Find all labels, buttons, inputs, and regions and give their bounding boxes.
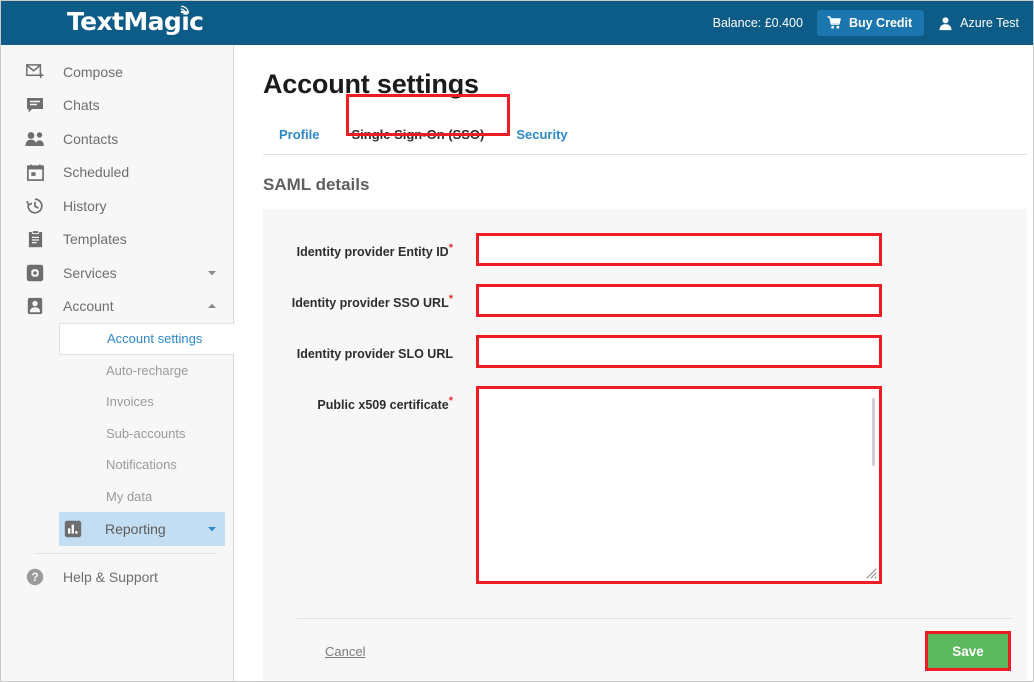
field-wrap-slo-url	[476, 335, 882, 368]
field-wrap-entity-id	[476, 233, 882, 266]
buy-credit-button[interactable]: Buy Credit	[817, 10, 924, 36]
calendar-icon	[25, 162, 45, 182]
sidebar-item-notifications[interactable]: Notifications	[1, 449, 233, 481]
saml-details-panel: Identity provider Entity ID* Identity pr…	[263, 209, 1027, 682]
form-footer: Cancel Save	[263, 620, 1027, 682]
chevron-down-icon[interactable]	[207, 524, 217, 534]
header-right-group: Balance: £0.400 Buy Credit Azure Test	[713, 1, 1023, 45]
label-text: Public x509 certificate	[317, 398, 448, 412]
sidebar-item-chats[interactable]: Chats	[1, 89, 233, 123]
sidebar-item-scheduled[interactable]: Scheduled	[1, 156, 233, 190]
sidebar-item-help-support[interactable]: ? Help & Support	[1, 561, 233, 595]
left-sidebar: Compose Chats Contacts	[1, 45, 234, 682]
sidebar-divider	[35, 553, 215, 554]
sidebar-item-sub-accounts[interactable]: Sub-accounts	[1, 418, 233, 450]
sidebar-item-label: Templates	[63, 231, 127, 247]
form-row-slo-url: Identity provider SLO URL	[263, 335, 1027, 368]
chat-bubble-icon	[25, 95, 45, 115]
field-wrap-x509-certificate	[476, 386, 882, 584]
field-wrap-sso-url	[476, 284, 882, 317]
subnav-label: Auto-recharge	[106, 363, 188, 378]
cancel-link[interactable]: Cancel	[325, 644, 365, 659]
label-x509-certificate: Public x509 certificate*	[263, 386, 453, 412]
tab-security[interactable]: Security	[500, 127, 583, 154]
sidebar-item-label: Services	[63, 265, 117, 281]
required-marker: *	[449, 293, 453, 305]
sidebar-item-contacts[interactable]: Contacts	[1, 122, 233, 156]
sidebar-item-label: Chats	[63, 97, 100, 113]
textmagic-logo[interactable]: TextMagic	[67, 7, 203, 36]
page-title: Account settings	[263, 69, 1033, 100]
label-entity-id: Identity provider Entity ID*	[263, 233, 453, 259]
chevron-up-icon[interactable]	[207, 301, 217, 311]
tab-profile[interactable]: Profile	[263, 127, 335, 154]
required-marker: *	[449, 395, 453, 407]
chevron-down-icon[interactable]	[207, 268, 217, 278]
form-row-sso-url: Identity provider SSO URL*	[263, 284, 1027, 317]
form-row-entity-id: Identity provider Entity ID*	[263, 233, 1027, 266]
subnav-label: My data	[106, 489, 152, 504]
buy-credit-label: Buy Credit	[849, 16, 912, 30]
clipboard-icon	[25, 229, 45, 249]
gear-icon	[25, 263, 45, 283]
subnav-label: Account settings	[107, 331, 202, 346]
tab-bar: Profile Single Sign-On (SSO) Security	[263, 118, 1027, 155]
subnav-label: Sub-accounts	[106, 426, 186, 441]
sidebar-item-label: Account	[63, 298, 114, 314]
sidebar-item-reporting[interactable]: Reporting	[59, 512, 225, 546]
question-circle-icon: ?	[25, 567, 45, 587]
section-title-saml-details: SAML details	[263, 175, 1033, 195]
top-header-bar: TextMagic Balance: £0.400 Buy Credit	[1, 1, 1033, 45]
required-marker: *	[449, 242, 453, 254]
tab-single-sign-on[interactable]: Single Sign-On (SSO)	[335, 127, 500, 154]
sidebar-item-label: Compose	[63, 64, 123, 80]
label-text: Identity provider SSO URL	[292, 296, 449, 310]
application-window: TextMagic Balance: £0.400 Buy Credit	[0, 0, 1034, 682]
balance-label: Balance: £0.400	[713, 16, 803, 30]
sidebar-item-label: Scheduled	[63, 164, 129, 180]
person-icon	[938, 16, 953, 31]
x509-certificate-textarea[interactable]	[476, 386, 882, 584]
sidebar-item-account-settings[interactable]: Account settings	[59, 323, 235, 355]
sidebar-item-templates[interactable]: Templates	[1, 223, 233, 257]
main-content: Account settings Profile Single Sign-On …	[235, 45, 1033, 682]
save-button-wrap: Save	[925, 631, 1011, 671]
label-sso-url: Identity provider SSO URL*	[263, 284, 453, 310]
label-text: Identity provider Entity ID	[297, 245, 449, 259]
signal-wave-icon	[180, 4, 190, 14]
slo-url-input[interactable]	[476, 335, 882, 368]
sidebar-item-services[interactable]: Services	[1, 256, 233, 290]
user-menu[interactable]: Azure Test	[938, 16, 1023, 31]
user-badge-icon	[25, 296, 45, 316]
sidebar-item-compose[interactable]: Compose	[1, 55, 233, 89]
user-name-label: Azure Test	[960, 16, 1019, 30]
save-button[interactable]: Save	[928, 634, 1008, 668]
sidebar-item-account[interactable]: Account	[1, 290, 233, 324]
bar-chart-icon	[63, 519, 83, 539]
entity-id-input[interactable]	[476, 233, 882, 266]
footer-divider	[297, 618, 1013, 619]
sidebar-item-invoices[interactable]: Invoices	[1, 386, 233, 418]
sidebar-item-my-data[interactable]: My data	[1, 481, 233, 513]
clock-history-icon	[25, 196, 45, 216]
label-text: Identity provider SLO URL	[297, 347, 453, 361]
sidebar-item-history[interactable]: History	[1, 189, 233, 223]
subnav-label: Invoices	[106, 394, 154, 409]
subnav-label: Notifications	[106, 457, 177, 472]
form-row-x509-certificate: Public x509 certificate*	[263, 386, 1027, 584]
svg-text:?: ?	[31, 572, 38, 584]
sidebar-item-label: Help & Support	[63, 569, 158, 585]
sso-url-input[interactable]	[476, 284, 882, 317]
label-slo-url: Identity provider SLO URL	[263, 335, 453, 361]
shopping-cart-icon	[827, 16, 842, 30]
contacts-people-icon	[25, 129, 45, 149]
sidebar-item-label: History	[63, 198, 107, 214]
sidebar-item-label: Contacts	[63, 131, 118, 147]
compose-envelope-icon	[25, 62, 45, 82]
sidebar-item-auto-recharge[interactable]: Auto-recharge	[1, 355, 233, 387]
